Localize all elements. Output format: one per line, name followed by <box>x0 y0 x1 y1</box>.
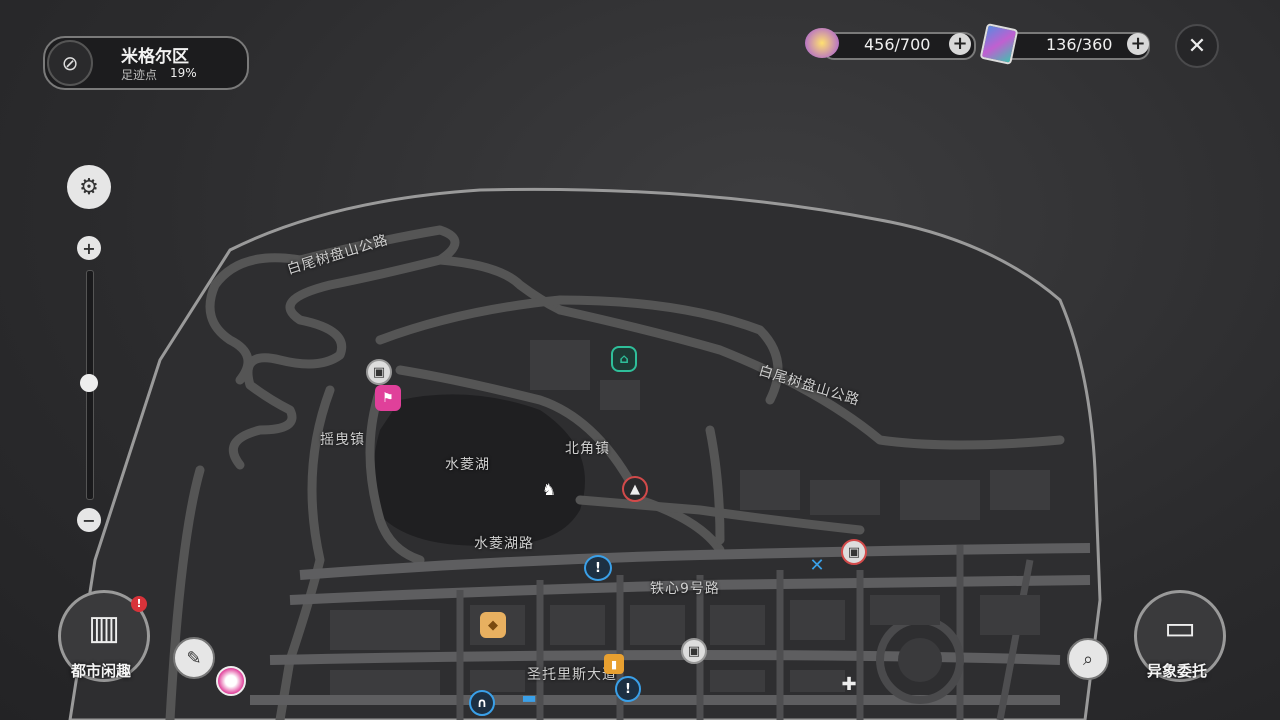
compass-icon: ⊘ <box>61 51 79 75</box>
rocket-marker[interactable]: ▲ <box>622 476 648 502</box>
alert-pin-marker-south[interactable]: ! <box>615 676 641 702</box>
headphone-marker[interactable]: ∩ <box>469 690 495 716</box>
package-marker[interactable]: ◆ <box>480 612 506 638</box>
gear-icon: ⚙ <box>79 174 99 200</box>
repair-marker[interactable]: ✕ <box>804 552 830 578</box>
car-marker[interactable]: ▬ <box>516 684 542 710</box>
energy-value: 456/700 <box>864 35 931 54</box>
plus-icon: + <box>82 238 96 258</box>
zoom-out-button[interactable]: − <box>77 508 101 532</box>
energy-crystal-icon <box>805 28 839 58</box>
close-icon: ✕ <box>1187 33 1207 59</box>
alert-pin-marker[interactable]: ! <box>584 555 612 581</box>
anomaly-commission-label: 异象委托 <box>1147 662 1208 680</box>
map-search-button[interactable]: ⌕ <box>1067 638 1109 680</box>
zoom-in-button[interactable]: + <box>77 236 101 260</box>
trash-bin-marker-east[interactable]: ▣ <box>841 539 867 565</box>
race-flag-marker[interactable]: ⚑ <box>375 385 401 411</box>
region-progress-label: 足迹点 <box>121 68 158 82</box>
settings-button[interactable]: ⚙ <box>67 165 111 209</box>
city-buildings-icon: ▥ <box>87 608 121 648</box>
shop-marker[interactable]: ▮ <box>604 654 624 674</box>
folder-icon: ▭ <box>1163 608 1197 648</box>
town-label-west: 摇曳镇 <box>320 432 365 448</box>
energy-add-button[interactable]: + <box>949 33 971 55</box>
world-map[interactable] <box>0 0 1280 720</box>
region-name: 米格尔区 <box>121 47 189 67</box>
shrine-marker[interactable]: ⌂ <box>611 346 637 372</box>
minus-icon: − <box>82 510 96 530</box>
close-button[interactable]: ✕ <box>1175 24 1219 68</box>
trash-bin-marker[interactable]: ▣ <box>366 359 392 385</box>
creature-marker[interactable]: ♞ <box>536 476 562 502</box>
player-avatar[interactable] <box>216 666 246 696</box>
road-label-iron: 铁心9号路 <box>650 581 720 597</box>
zoom-slider-handle[interactable] <box>80 374 98 392</box>
notes-button[interactable]: ✎ <box>173 637 215 679</box>
trash-bin-marker-south[interactable]: ▣ <box>681 638 707 664</box>
pushpin-marker[interactable]: ✚ <box>836 671 862 697</box>
lake-label: 水菱湖 <box>445 457 490 473</box>
town-label-north: 北角镇 <box>565 441 610 457</box>
compass-button[interactable]: ⊘ <box>47 40 93 86</box>
notepad-icon: ✎ <box>186 647 202 669</box>
magnifier-icon: ⌕ <box>1082 648 1094 670</box>
region-progress-value: 19% <box>170 66 197 80</box>
city-fun-alert-badge: ! <box>131 596 147 612</box>
road-label-lake: 水菱湖路 <box>474 536 534 552</box>
city-fun-label: 都市闲趣 <box>71 662 132 680</box>
cards-add-button[interactable]: + <box>1127 33 1149 55</box>
cards-value: 136/360 <box>1046 35 1113 54</box>
